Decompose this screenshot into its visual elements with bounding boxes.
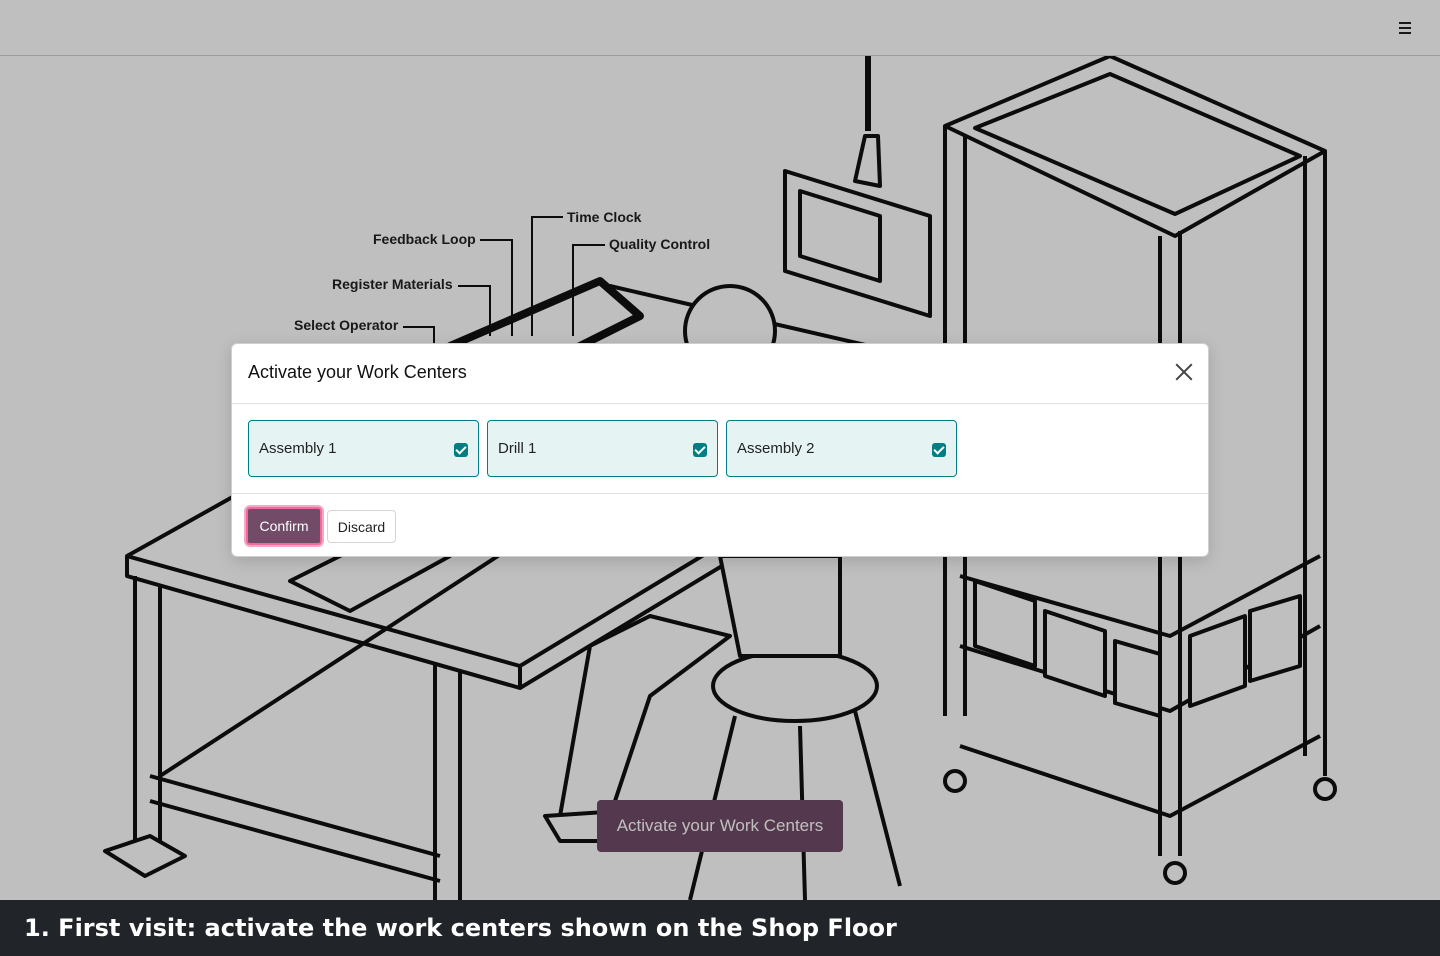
work-center-card-drill-1[interactable]: Drill 1 [487,420,718,477]
dialog-body: Assembly 1 Drill 1 Assembly 2 [232,404,1208,494]
checkbox-checked-icon[interactable] [454,443,468,457]
checkbox-checked-icon[interactable] [932,443,946,457]
tutorial-caption: 1. First visit: activate the work center… [0,900,1440,956]
close-icon[interactable] [1174,362,1194,382]
work-center-card-assembly-1[interactable]: Assembly 1 [248,420,479,477]
confirm-button[interactable]: Confirm [246,507,322,545]
dialog-header: Activate your Work Centers [232,344,1208,404]
work-center-list: Assembly 1 Drill 1 Assembly 2 [248,420,957,477]
work-center-name: Assembly 2 [737,440,815,457]
dialog-title: Activate your Work Centers [248,362,467,382]
work-center-card-assembly-2[interactable]: Assembly 2 [726,420,957,477]
work-center-name: Drill 1 [498,440,537,457]
work-center-name: Assembly 1 [259,440,337,457]
activate-work-centers-dialog: Activate your Work Centers Assembly 1 Dr… [231,343,1209,557]
checkbox-checked-icon[interactable] [693,443,707,457]
discard-button[interactable]: Discard [327,510,396,543]
